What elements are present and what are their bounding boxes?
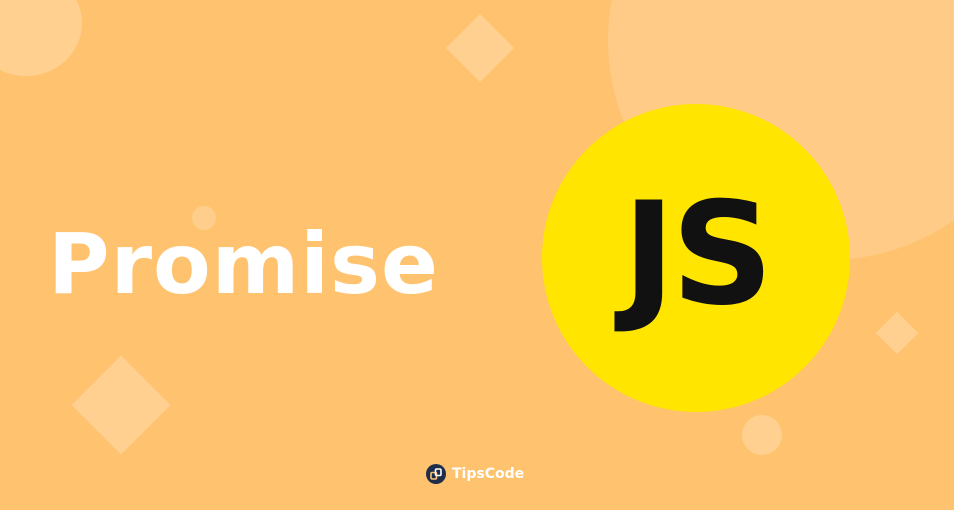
- js-badge-text: JS: [622, 172, 773, 337]
- decorative-corner-circle: [0, 0, 82, 76]
- decorative-right-diamond: [875, 311, 919, 355]
- tipscode-logo-icon: [426, 464, 446, 484]
- decorative-bottom-circle: [742, 415, 782, 455]
- js-badge: JS: [542, 104, 850, 412]
- decorative-left-diamond: [71, 355, 171, 455]
- decorative-top-diamond: [446, 14, 514, 82]
- brand-logo: TipsCode: [426, 464, 524, 484]
- banner-canvas: Promise JS TipsCode: [0, 0, 954, 510]
- brand-name: TipsCode: [452, 466, 525, 482]
- banner-title: Promise: [48, 215, 439, 313]
